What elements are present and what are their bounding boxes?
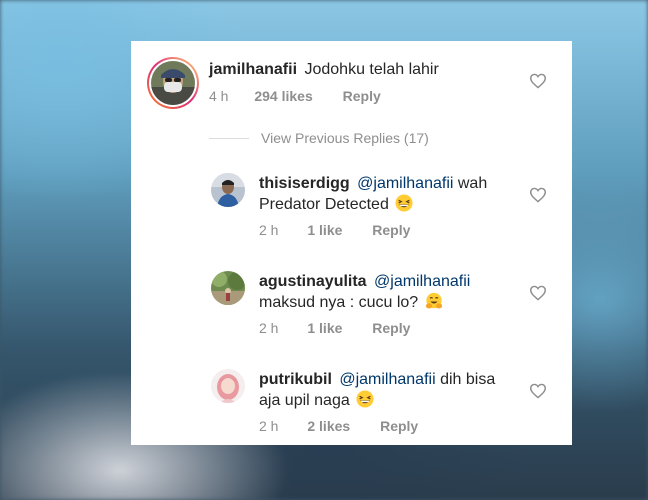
username[interactable]: jamilhanafii bbox=[209, 61, 297, 78]
main-comment: jamilhanafii Jodohku telah lahir 4 h 294… bbox=[131, 41, 572, 121]
username[interactable]: thisiserdigg bbox=[259, 175, 350, 192]
grinning-squint-emoji bbox=[356, 390, 374, 408]
mention-link[interactable]: @jamilhanafii bbox=[374, 273, 470, 290]
comment-text: Jodohku telah lahir bbox=[304, 61, 439, 78]
reply-comment: thisiserdigg @jamilhanafii wah Predator … bbox=[131, 169, 572, 249]
mention-link[interactable]: @jamilhanafii bbox=[357, 175, 453, 192]
timestamp: 2 h bbox=[259, 418, 279, 434]
comment-text: aja upil naga bbox=[259, 392, 350, 409]
likes-count[interactable]: 1 like bbox=[307, 222, 342, 238]
username[interactable]: agustinayulita bbox=[259, 273, 367, 290]
heart-outline-icon[interactable] bbox=[529, 73, 547, 89]
likes-count[interactable]: 1 like bbox=[307, 320, 342, 336]
avatar[interactable] bbox=[211, 173, 245, 207]
reply-comment: agustinayulita @jamilhanafii maksud nya … bbox=[131, 267, 572, 347]
reply-button[interactable]: Reply bbox=[343, 88, 381, 104]
timestamp: 2 h bbox=[259, 222, 279, 238]
comment-text: Predator Detected bbox=[259, 196, 389, 213]
avatar[interactable] bbox=[211, 271, 245, 305]
heart-outline-icon[interactable] bbox=[529, 285, 547, 301]
divider bbox=[209, 137, 249, 139]
comment-text: maksud nya : cucu lo? bbox=[259, 294, 419, 311]
view-previous-label: View Previous Replies (17) bbox=[261, 130, 429, 146]
reply-button[interactable]: Reply bbox=[372, 320, 410, 336]
timestamp: 4 h bbox=[209, 88, 229, 104]
reply-comment: putrikubil @jamilhanafii dih bisa aja up… bbox=[131, 365, 572, 445]
comment-text: wah bbox=[457, 175, 488, 192]
avatar[interactable] bbox=[147, 57, 199, 109]
username[interactable]: putrikubil bbox=[259, 371, 332, 388]
view-previous-replies[interactable]: View Previous Replies (17) bbox=[209, 130, 429, 146]
comment-text: dih bisa bbox=[440, 371, 496, 388]
reply-button[interactable]: Reply bbox=[380, 418, 418, 434]
heart-outline-icon[interactable] bbox=[529, 187, 547, 203]
timestamp: 2 h bbox=[259, 320, 279, 336]
likes-count[interactable]: 294 likes bbox=[254, 88, 312, 104]
likes-count[interactable]: 2 likes bbox=[307, 418, 350, 434]
mention-link[interactable]: @jamilhanafii bbox=[339, 371, 435, 388]
grinning-squint-emoji bbox=[395, 194, 413, 212]
avatar[interactable] bbox=[211, 369, 245, 403]
reply-button[interactable]: Reply bbox=[372, 222, 410, 238]
hugging-emoji bbox=[425, 292, 442, 309]
comments-panel: jamilhanafii Jodohku telah lahir 4 h 294… bbox=[131, 41, 572, 445]
heart-outline-icon[interactable] bbox=[529, 383, 547, 399]
